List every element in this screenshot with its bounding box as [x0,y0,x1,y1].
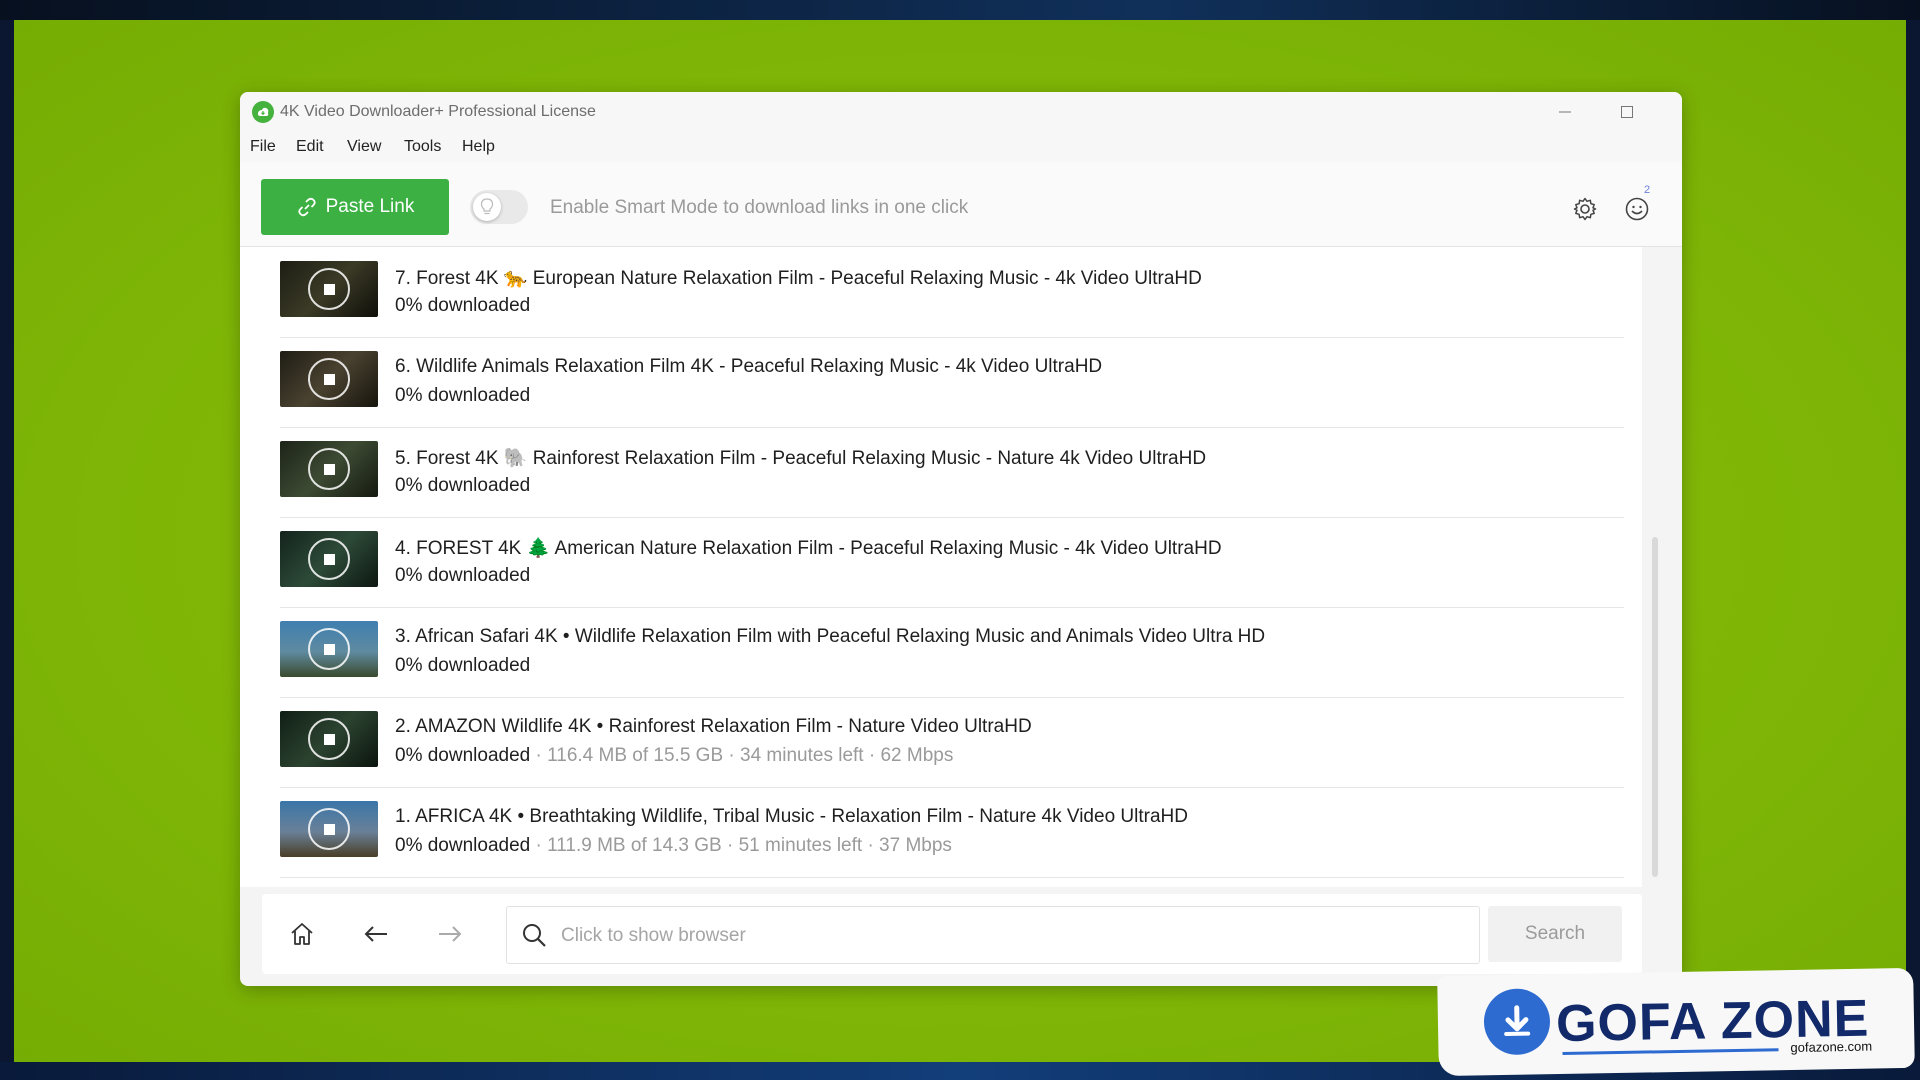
app-logo-icon [252,101,274,123]
close-button[interactable] [1666,96,1682,128]
smart-mode-text: Enable Smart Mode to download links in o… [550,197,969,218]
download-item[interactable]: 3. African Safari 4K • Wildlife Relaxati… [280,607,1624,698]
stop-icon[interactable] [308,358,350,400]
stop-icon[interactable] [308,538,350,580]
video-thumbnail [280,531,378,587]
download-arrow-icon [1483,988,1551,1056]
download-title: 7. Forest 4K 🐆 European Nature Relaxatio… [395,268,1202,289]
minimize-button[interactable] [1542,96,1588,128]
download-status: 0% downloaded · 111.9 MB of 14.3 GB · 51… [395,835,952,856]
download-status: 0% downloaded · 116.4 MB of 15.5 GB · 34… [395,745,954,766]
watermark-site: gofazone.com [1790,1038,1873,1056]
home-icon[interactable] [284,916,320,952]
list-scrollbar[interactable] [1648,247,1662,887]
browser-search-field[interactable] [506,906,1480,964]
app-window: 4K Video Downloader+ Professional Licens… [240,92,1682,986]
menu-help[interactable]: Help [462,138,495,156]
download-item[interactable]: 1. AFRICA 4K • Breathtaking Wildlife, Tr… [280,787,1624,878]
download-title: 2. AMAZON Wildlife 4K • Rainforest Relax… [395,716,1032,737]
video-thumbnail [280,801,378,857]
maximize-button[interactable] [1604,96,1650,128]
download-list: 7. Forest 4K 🐆 European Nature Relaxatio… [240,247,1642,887]
menu-edit[interactable]: Edit [296,138,324,156]
forward-arrow-icon[interactable] [432,916,468,952]
settings-gear-icon[interactable] [1570,194,1600,224]
screen-frame-top [0,0,1920,20]
video-thumbnail [280,621,378,677]
title-bar: 4K Video Downloader+ Professional Licens… [240,92,1682,132]
download-title: 1. AFRICA 4K • Breathtaking Wildlife, Tr… [395,806,1188,827]
notification-badge: 2 [1644,184,1651,196]
window-title: 4K Video Downloader+ Professional Licens… [280,103,596,120]
stop-icon[interactable] [308,448,350,490]
download-title: 4. FOREST 4K 🌲 American Nature Relaxatio… [395,538,1222,559]
download-item[interactable]: 7. Forest 4K 🐆 European Nature Relaxatio… [280,247,1624,338]
search-icon [523,924,546,947]
download-item[interactable]: 5. Forest 4K 🐘 Rainforest Relaxation Fil… [280,427,1624,518]
back-arrow-icon[interactable] [358,916,394,952]
download-title: 6. Wildlife Animals Relaxation Film 4K -… [395,356,1103,377]
download-status: 0% downloaded [395,475,531,496]
video-thumbnail [280,441,378,497]
watermark-logo: GOFA ZONE gofazone.com [1437,967,1915,1077]
video-thumbnail [280,711,378,767]
search-button[interactable]: Search [1488,906,1622,962]
lightbulb-icon [473,193,501,221]
stop-icon[interactable] [308,628,350,670]
stop-icon[interactable] [308,268,350,310]
download-item[interactable]: 6. Wildlife Animals Relaxation Film 4K -… [280,337,1624,428]
smart-mode-toggle[interactable] [470,190,528,224]
toolbar: Paste Link Enable Smart Mode to download… [240,162,1682,247]
download-item[interactable]: 2. AMAZON Wildlife 4K • Rainforest Relax… [280,697,1624,788]
menu-tools[interactable]: Tools [404,138,441,156]
video-thumbnail [280,351,378,407]
download-title: 3. African Safari 4K • Wildlife Relaxati… [395,626,1266,647]
download-title: 5. Forest 4K 🐘 Rainforest Relaxation Fil… [395,448,1207,469]
browser-bar: Search [262,894,1642,974]
menu-view[interactable]: View [347,138,381,156]
stop-icon[interactable] [308,808,350,850]
paste-link-button[interactable]: Paste Link [261,179,449,235]
scrollbar-thumb[interactable] [1652,537,1658,877]
download-status: 0% downloaded [395,295,531,316]
download-status: 0% downloaded [395,655,531,676]
video-thumbnail [280,261,378,317]
download-status: 0% downloaded [395,385,531,406]
stop-icon[interactable] [308,718,350,760]
download-item[interactable]: 4. FOREST 4K 🌲 American Nature Relaxatio… [280,517,1624,608]
account-icon[interactable] [1622,194,1652,224]
paste-link-label: Paste Link [325,196,415,217]
link-icon [297,197,316,217]
browser-search-input[interactable] [559,921,1463,951]
download-status: 0% downloaded [395,565,531,586]
menu-bar: File Edit View Tools Help [240,132,1682,162]
menu-file[interactable]: File [250,138,276,156]
